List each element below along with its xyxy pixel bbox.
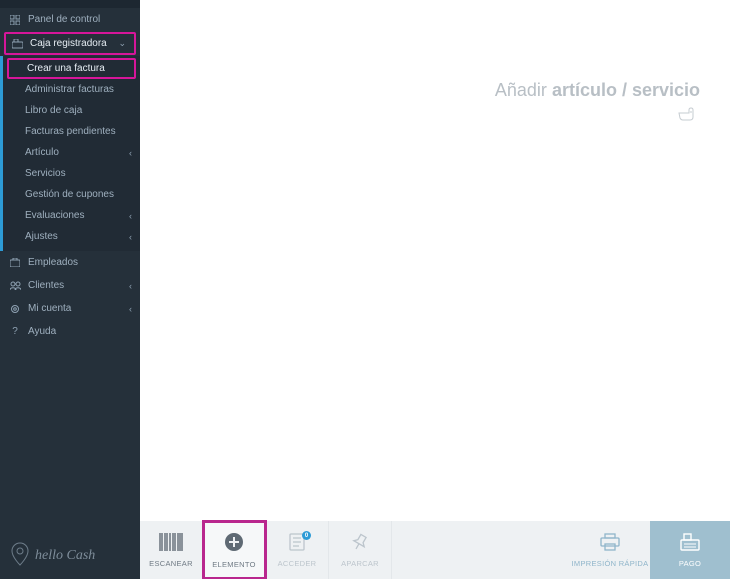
sidebar-sub-coupon-management[interactable]: Gestión de cupones bbox=[3, 184, 140, 205]
barcode-icon bbox=[159, 533, 183, 556]
bottombar-label: APARCAR bbox=[341, 559, 379, 568]
bottombar-scan[interactable]: ESCANEAR bbox=[140, 521, 203, 579]
grid-icon bbox=[8, 15, 22, 25]
invoice-canvas: Añadir artículo / servicio bbox=[140, 0, 730, 521]
sidebar-item-label: Gestión de cupones bbox=[25, 189, 114, 200]
bottom-toolbar: ESCANEAR ELEMENTO 0 ACCEDER APARCAR bbox=[140, 521, 730, 579]
main-content: Añadir artículo / servicio ESCANEAR ELEM… bbox=[140, 0, 730, 579]
bottombar-label: PAGO bbox=[679, 559, 701, 568]
access-badge: 0 bbox=[302, 531, 311, 540]
bottombar-access[interactable]: 0 ACCEDER bbox=[266, 521, 329, 579]
briefcase-icon bbox=[8, 258, 22, 267]
sidebar-topbar bbox=[0, 0, 140, 8]
bottombar-label: ACCEDER bbox=[278, 559, 317, 568]
bottombar-label: ESCANEAR bbox=[149, 559, 193, 568]
sidebar-item-label: Mi cuenta bbox=[28, 303, 71, 314]
sidebar-sub-services[interactable]: Servicios bbox=[3, 163, 140, 184]
sidebar-sub-evaluations[interactable]: Evaluaciones ‹ bbox=[3, 205, 140, 226]
sidebar-item-label: Empleados bbox=[28, 257, 78, 268]
sidebar-item-label: Caja registradora bbox=[30, 38, 107, 49]
sidebar-item-my-account[interactable]: Mi cuenta ‹ bbox=[0, 297, 140, 320]
cash-register-icon bbox=[10, 39, 24, 49]
logo: hello Cash bbox=[0, 532, 140, 579]
bottombar-quick-print[interactable]: IMPRESIÓN RÁPIDA bbox=[570, 521, 650, 579]
chevron-left-icon: ‹ bbox=[129, 281, 132, 291]
sidebar-item-help[interactable]: ? Ayuda bbox=[0, 320, 140, 343]
sidebar-sub-create-invoice[interactable]: Crear una factura bbox=[7, 58, 136, 79]
sidebar-item-employees[interactable]: Empleados bbox=[0, 251, 140, 274]
sidebar-item-label: Ajustes bbox=[25, 231, 58, 242]
logo-text: hello Cash bbox=[35, 548, 95, 564]
sidebar-item-label: Panel de control bbox=[28, 14, 100, 25]
sidebar-item-label: Clientes bbox=[28, 280, 64, 291]
printer-icon bbox=[600, 533, 620, 556]
add-item-strong: artículo / servicio bbox=[552, 80, 700, 100]
chevron-left-icon: ‹ bbox=[129, 232, 132, 242]
sidebar-item-dashboard[interactable]: Panel de control bbox=[0, 8, 140, 31]
sidebar-sub-manage-invoices[interactable]: Administrar facturas bbox=[3, 79, 140, 100]
sidebar-item-label: Evaluaciones bbox=[25, 210, 84, 221]
sidebar-item-clients[interactable]: Clientes ‹ bbox=[0, 274, 140, 297]
bottombar-pay[interactable]: PAGO bbox=[650, 521, 730, 579]
help-icon: ? bbox=[8, 326, 22, 337]
chevron-down-icon: ⌄ bbox=[118, 38, 126, 49]
chevron-left-icon: ‹ bbox=[129, 148, 132, 158]
sidebar-sub-settings[interactable]: Ajustes ‹ bbox=[3, 226, 140, 247]
sidebar-sub-cash-book[interactable]: Libro de caja bbox=[3, 100, 140, 121]
sidebar-item-label: Crear una factura bbox=[27, 63, 105, 74]
logo-pin-icon bbox=[10, 542, 30, 569]
sidebar-item-label: Servicios bbox=[25, 168, 66, 179]
pointing-hand-icon bbox=[678, 107, 696, 126]
add-item-hint[interactable]: Añadir artículo / servicio bbox=[495, 80, 700, 101]
chevron-left-icon: ‹ bbox=[129, 304, 132, 314]
chevron-left-icon: ‹ bbox=[129, 211, 132, 221]
users-icon bbox=[8, 281, 22, 290]
bottombar-label: ELEMENTO bbox=[212, 560, 256, 569]
sidebar-sub-pending-invoices[interactable]: Facturas pendientes bbox=[3, 121, 140, 142]
bottombar-park[interactable]: APARCAR bbox=[329, 521, 392, 579]
sidebar-item-label: Facturas pendientes bbox=[25, 126, 116, 137]
bottombar-label: IMPRESIÓN RÁPIDA bbox=[572, 559, 649, 568]
sidebar-sub-article[interactable]: Artículo ‹ bbox=[3, 142, 140, 163]
sidebar-submenu-cash-register: Crear una factura Administrar facturas L… bbox=[0, 56, 140, 251]
sidebar-item-label: Administrar facturas bbox=[25, 84, 114, 95]
sidebar: Panel de control Caja registradora ⌄ Cre… bbox=[0, 0, 140, 579]
plus-circle-icon bbox=[224, 532, 244, 557]
add-item-prefix: Añadir bbox=[495, 80, 552, 100]
pin-icon bbox=[351, 533, 369, 556]
gear-icon bbox=[8, 304, 22, 314]
sidebar-item-label: Artículo bbox=[25, 147, 59, 158]
sidebar-item-label: Ayuda bbox=[28, 326, 56, 337]
bottombar-element[interactable]: ELEMENTO bbox=[203, 521, 266, 579]
cash-register-pay-icon bbox=[680, 533, 700, 556]
sidebar-item-label: Libro de caja bbox=[25, 105, 82, 116]
sidebar-item-cash-register[interactable]: Caja registradora ⌄ bbox=[4, 32, 136, 55]
